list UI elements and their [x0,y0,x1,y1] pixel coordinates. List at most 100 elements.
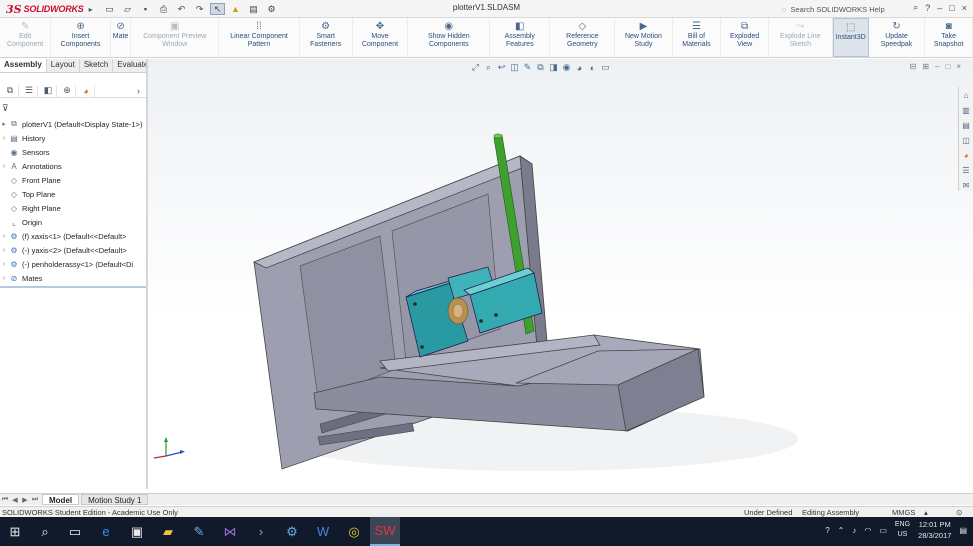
menu-flyout-icon[interactable]: ▸ [89,5,93,14]
redo-icon[interactable]: ↷ [192,3,207,15]
edit-appearance-icon[interactable]: ◕ [574,62,585,73]
save-icon[interactable]: ▪ [138,3,153,15]
powershell-icon[interactable]: › [246,517,276,546]
expand-toggle-icon[interactable]: › [0,163,8,170]
display-manager-icon[interactable]: ◕ [78,84,95,97]
tree-node[interactable]: › ▤ History [0,131,147,145]
feature-tree-icon[interactable]: ⧉ [2,84,19,97]
design-library-icon[interactable]: ▥ [961,105,972,116]
exploded-view-button[interactable]: ⧉ Exploded View [721,18,769,57]
expand-toggle-icon[interactable]: › [0,247,8,254]
notifications-icon[interactable]: ▤ [959,526,967,535]
appearances-icon[interactable]: ◕ [961,150,972,161]
solidworks-forum-icon[interactable]: ✉ [961,180,972,191]
expand-panel-icon[interactable]: › [130,85,147,97]
last-tab-icon[interactable]: ⏭ [30,495,40,505]
new-motion-study-button[interactable]: ▶ New Motion Study [615,18,673,57]
expand-toggle-icon[interactable]: › [0,261,8,268]
close-button[interactable]: × [962,3,967,13]
tree-node[interactable]: ◇ Front Plane [0,173,147,187]
file-properties-icon[interactable]: ▤ [246,3,261,15]
settings-app-icon[interactable]: ⚙ [277,517,307,546]
tree-node[interactable]: ◇ Right Plane [0,201,147,215]
dynamic-annotation-icon[interactable]: ✎ [522,62,533,73]
edge-icon[interactable]: e [91,517,121,546]
section-view-icon[interactable]: ◫ [509,62,520,73]
move-component-button[interactable]: ✥ Move Component [353,18,409,57]
expand-toggle-icon[interactable]: › [0,135,8,142]
tree-node[interactable]: › ⚙ (-) penholderassy<1> (Default<Di [0,257,147,271]
view-palette-icon[interactable]: ◫ [961,135,972,146]
tree-node[interactable]: › ⊘ Mates [0,271,147,285]
show-hidden-icons-icon[interactable]: ⌃ [838,526,845,535]
help-tray-icon[interactable]: ? [825,526,829,535]
view-orientation-icon[interactable]: ⧉ [535,62,546,73]
zoom-to-fit-icon[interactable]: ⤢ [470,62,481,73]
insert-components-button[interactable]: ⊕ Insert Components [51,18,111,57]
component-preview-window-button[interactable]: ▣ Component Preview Window [131,18,220,57]
tab-sketch[interactable]: Sketch [80,59,114,72]
custom-properties-icon[interactable]: ☰ [961,165,972,176]
minimize-button[interactable]: – [937,3,942,13]
mate-button[interactable]: ⊘ Mate [111,18,132,57]
chrome-icon[interactable]: ◎ [339,517,369,546]
smart-fasteners-button[interactable]: ⚙ Smart Fasteners [300,18,353,57]
zoom-to-area-icon[interactable]: ⌕ [483,62,494,73]
search-taskbar-icon[interactable]: ⌕ [30,517,60,546]
store-icon[interactable]: ▣ [122,517,152,546]
tab-motion-study-1[interactable]: Motion Study 1 [81,494,149,505]
apply-scene-icon[interactable]: ◐ [587,62,598,73]
graphics-area[interactable]: ⤢ ⌕ ↩ ◫ ✎ ⧉ ◨ ◉ ◕ ◐ ▭ ⊟ ⊞ – □ × ⌂ ▥ ▤ ◫ … [148,59,973,493]
linear-component-pattern-button[interactable]: ⁞⁞ Linear Component Pattern [219,18,300,57]
solidworks-logo[interactable]: 3S SOLIDWORKS ▸ [6,2,93,16]
new-document-icon[interactable]: ▭ [102,3,117,15]
task-view-icon[interactable]: ▭ [60,517,90,546]
hide-show-items-icon[interactable]: ◉ [561,62,572,73]
take-snapshot-button[interactable]: ◙ Take Snapshot [925,18,973,57]
word-icon[interactable]: W [308,517,338,546]
tree-node[interactable]: ◇ Top Plane [0,187,147,201]
tab-assembly[interactable]: Assembly [0,59,47,72]
viewport-minimize-icon[interactable]: – [935,62,939,71]
battery-icon[interactable]: ▭ [879,526,887,535]
solidworks-resources-icon[interactable]: ⌂ [961,90,972,101]
search-icon[interactable]: ⌕ [913,2,918,13]
unit-system-caret[interactable]: ▴ [924,508,928,517]
print-icon[interactable]: ⎙ [156,3,171,15]
viewport-tile-icon[interactable]: ⊞ [922,62,929,71]
prev-tab-icon[interactable]: ◀ [10,495,20,505]
volume-icon[interactable]: ♪ [852,526,856,535]
expand-toggle-icon[interactable]: ▸ [0,120,8,128]
configuration-manager-icon[interactable]: ◧ [40,84,57,97]
help-button[interactable]: ? [925,3,930,13]
first-tab-icon[interactable]: ⏮ [0,495,10,505]
update-speedpak-button[interactable]: ↻ Update Speedpak [869,18,926,57]
filter-icon[interactable]: ⊽ [2,103,9,114]
file-explorer-icon[interactable]: ▰ [153,517,183,546]
display-style-icon[interactable]: ◨ [548,62,559,73]
open-document-icon[interactable]: ▱ [120,3,135,15]
tab-model[interactable]: Model [42,494,80,505]
tab-layout[interactable]: Layout [47,59,80,72]
expand-toggle-icon[interactable]: › [0,233,8,240]
viewport-close-icon[interactable]: × [956,62,961,71]
visual-studio-icon[interactable]: ⋈ [215,517,245,546]
tree-scrollbar[interactable] [0,286,147,288]
file-explorer-tab-icon[interactable]: ▤ [961,120,972,131]
tree-node[interactable]: › ⚙ (f) xaxis<1> (Default<<Default> [0,229,147,243]
undo-icon[interactable]: ↶ [174,3,189,15]
solidworks-taskbar-icon[interactable]: SW [370,517,400,546]
tree-node[interactable]: ▸ ⧉ plotterV1 (Default<Display State-1>) [0,117,147,131]
options-icon[interactable]: ⚙ [264,3,279,15]
property-manager-icon[interactable]: ☰ [21,84,38,97]
clock[interactable]: 12:01 PM 28/3/2017 [918,519,951,541]
tree-node[interactable]: ⌞ Origin [0,215,147,229]
view-settings-icon[interactable]: ▭ [600,62,611,73]
select-icon[interactable]: ↖ [210,3,225,15]
dimxpert-icon[interactable]: ⊕ [59,84,76,97]
plotter-assembly-model[interactable] [148,59,973,493]
windows-start-icon[interactable]: ⊞ [0,517,30,546]
input-language[interactable]: ENG US [895,520,910,540]
rebuild-status-icon[interactable]: ⊙ [956,508,962,517]
explode-line-sketch-button[interactable]: ⤳ Explode Line Sketch [769,18,833,57]
